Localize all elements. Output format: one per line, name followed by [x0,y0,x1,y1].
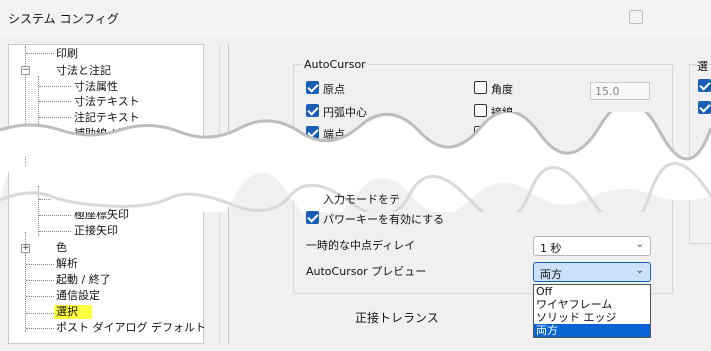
powerkey-label: パワーキーを有効にする [323,213,445,226]
autocursor-group-title: AutoCursor [302,58,368,71]
tree-connector [26,264,54,265]
tree-item-post-dialog-defaults[interactable]: ポスト ダイアログ デフォルト [56,321,206,335]
tree-connector [39,215,71,216]
midpoint-delay-select[interactable]: 1 秒 ⌄ [533,236,651,256]
tree-item-tangent-arrows[interactable]: 正接矢印 [74,224,118,238]
chevron-down-icon: ⌄ [635,265,644,276]
chevron-down-icon: ⌄ [635,239,644,250]
angle-checkbox[interactable] [474,81,487,94]
tree-connector [26,53,54,54]
preview-option-wireframe[interactable]: ワイヤフレーム [534,298,650,311]
tree-connector [26,328,54,329]
collapse-icon[interactable]: − [21,66,30,75]
midpoint-delay-label: 一時的な中点ディレイ [306,239,416,252]
tree-item-dimension-text[interactable]: 寸法テキスト [74,95,140,109]
tree-item-color[interactable]: 色 [56,241,67,255]
preview-select[interactable]: 両方 ⌄ [533,262,651,282]
preview-option-off[interactable]: Off [534,285,650,298]
tree-item-communications[interactable]: 通信設定 [56,289,100,303]
powerkey-checkbox[interactable] [306,211,319,224]
title-bar: システム コンフィグ [0,0,711,36]
preview-label: AutoCursor プレビュー [306,265,427,278]
tree-item-selection[interactable]: 選択 [54,305,92,319]
tree-connector [26,296,54,297]
preview-value: 両方 [540,268,562,281]
tree-item-print[interactable]: 印刷 [56,47,78,61]
tree-connector [26,313,54,314]
midpoint-delay-value: 1 秒 [540,242,562,255]
tree-connector [39,231,71,232]
selection-checkbox-1[interactable] [698,79,711,92]
close-icon[interactable] [629,10,643,24]
tree-item-dimension-attributes[interactable]: 寸法属性 [74,80,118,94]
preview-option-both[interactable]: 両方 [534,324,650,337]
window-title: システム コンフィグ [8,12,119,26]
origin-label: 原点 [323,83,345,96]
origin-checkbox[interactable] [306,81,319,94]
tree-connector [39,86,71,87]
tree-item-dimensions-notes[interactable]: 寸法と注記 [56,64,111,78]
tree-connector [26,280,54,281]
tree-connector [39,101,71,102]
angle-label: 角度 [491,83,513,96]
preview-option-solid-edge[interactable]: ソリッド エッジ [534,311,650,324]
tree-item-startup-exit[interactable]: 起動 / 終了 [56,273,111,287]
tangent-tolerance-label: 正接トレランス [355,311,439,325]
expand-icon[interactable]: + [21,244,30,253]
selection-group-title: 選 [697,58,708,74]
tree-item-analysis[interactable]: 解析 [56,257,78,271]
preview-dropdown-list: Off ワイヤフレーム ソリッド エッジ 両方 [533,284,651,338]
input-mode-label: 入力モードをテ [323,193,400,206]
angle-value-field[interactable]: 15.0 [590,82,650,100]
